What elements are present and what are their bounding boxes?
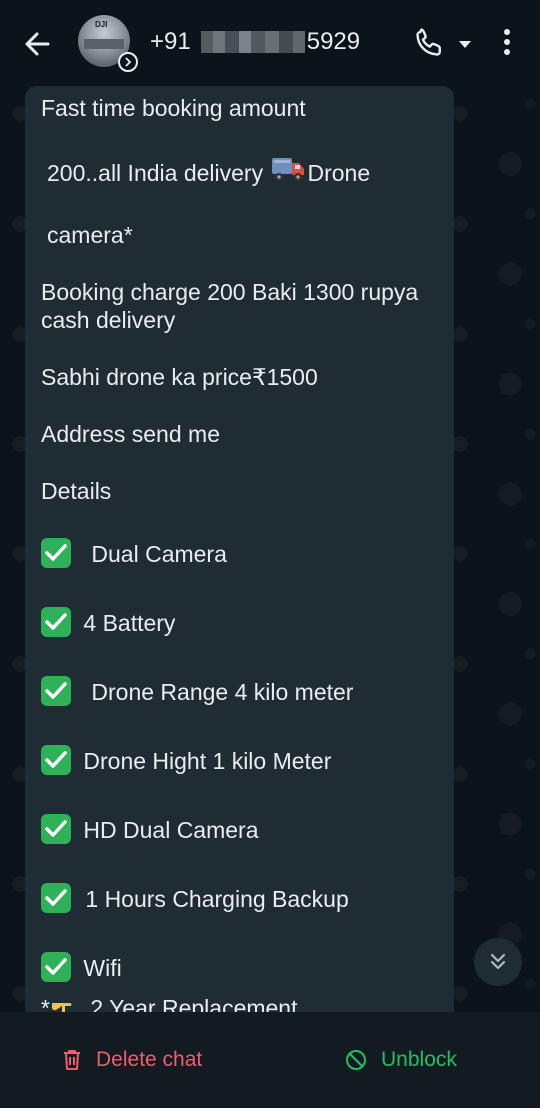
message-bubble[interactable]: Fast time booking amount 200..all India … (25, 86, 454, 1012)
check-mark-icon (41, 537, 71, 568)
detail-item: HD Dual Camera (41, 813, 259, 847)
detail-item: Drone Range 4 kilo meter (41, 675, 353, 709)
scroll-to-bottom-button[interactable] (474, 938, 522, 986)
unblock-button[interactable]: Unblock (345, 1042, 457, 1078)
message-line: Fast time booking amount (41, 95, 306, 121)
check-mark-icon (41, 882, 71, 913)
call-options-caret-icon[interactable] (458, 37, 472, 48)
check-mark-icon (41, 813, 71, 844)
detail-item-partial: * 2 Year Replacement (41, 994, 298, 1012)
block-circle-icon (346, 1050, 366, 1070)
message-line: Sabhi drone ka price₹1500 (41, 364, 318, 390)
phone-prefix: +91 (150, 28, 191, 55)
redacted-phone-digits (200, 31, 305, 53)
message-line: Details (41, 478, 112, 504)
message-line: Address send me (41, 421, 220, 447)
contact-name[interactable]: +91 5929 (150, 26, 360, 58)
detail-item: Wifi (41, 951, 122, 985)
check-mark-icon (41, 951, 71, 982)
status-indicator-icon (118, 52, 138, 72)
more-vertical-icon[interactable] (498, 27, 516, 59)
delete-chat-button[interactable]: Delete chat (62, 1042, 202, 1078)
trash-icon (64, 1050, 80, 1070)
detail-item: Dual Camera (41, 537, 227, 571)
phone-icon[interactable] (412, 26, 446, 60)
chevrons-down-icon (490, 953, 506, 970)
truck-icon (271, 155, 305, 189)
chat-header: DJI +91 5929 (0, 0, 540, 84)
back-arrow-icon[interactable] (18, 24, 58, 64)
message-line: 200..all India delivery Drone (47, 158, 370, 192)
phone-suffix: 5929 (306, 28, 361, 55)
message-line: Booking charge 200 Baki 1300 rupya cash … (41, 279, 419, 333)
pointing-hand-icon (50, 994, 80, 1012)
blocked-contact-actions: Delete chat Unblock (0, 1012, 540, 1108)
check-mark-icon (41, 744, 71, 775)
avatar-logo: DJI (95, 20, 108, 29)
check-mark-icon (41, 606, 71, 637)
check-mark-icon (41, 675, 71, 706)
detail-item: 4 Battery (41, 606, 175, 640)
message-line: camera* (47, 222, 133, 248)
chat-area[interactable]: Fast time booking amount 200..all India … (0, 84, 540, 1012)
detail-item: 1 Hours Charging Backup (41, 882, 349, 916)
detail-item: Drone Hight 1 kilo Meter (41, 744, 331, 778)
